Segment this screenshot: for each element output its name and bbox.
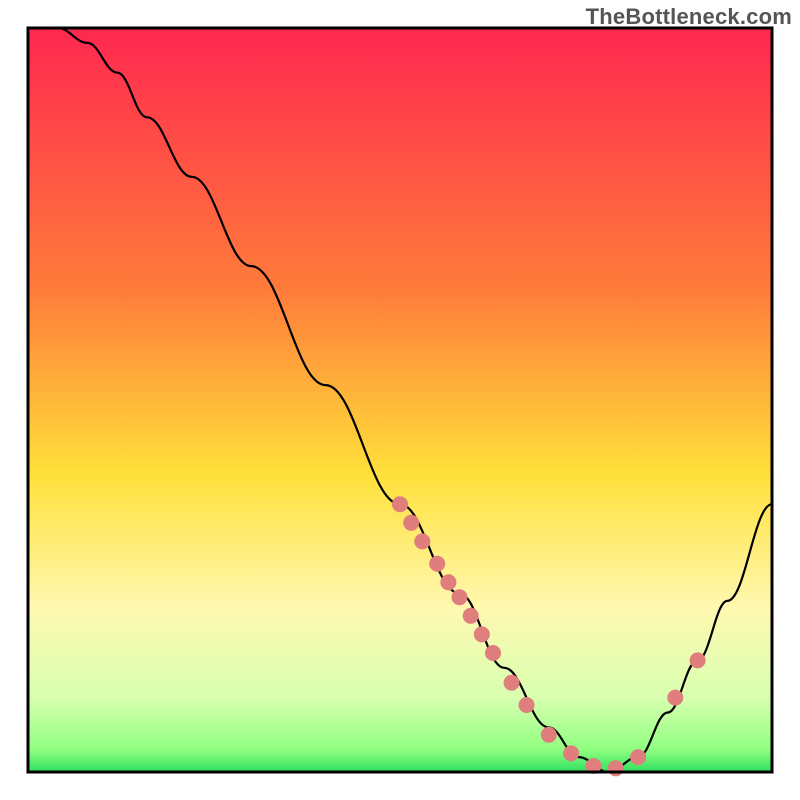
marker-dot [690,652,706,668]
marker-dot [485,645,501,661]
marker-dot [630,749,646,765]
marker-dot [414,533,430,549]
marker-dot [429,556,445,572]
marker-dot [440,574,456,590]
marker-dot [563,745,579,761]
marker-dot [452,589,468,605]
watermark-label: TheBottleneck.com [586,4,792,30]
marker-dot [392,496,408,512]
marker-dot [541,727,557,743]
marker-dot [403,515,419,531]
marker-dot [519,697,535,713]
marker-dot [463,608,479,624]
marker-dot [504,675,520,691]
marker-dot [608,760,624,776]
marker-dot [474,626,490,642]
chart-container: TheBottleneck.com [0,0,800,800]
chart-plot [0,0,800,800]
plot-background [28,28,772,772]
marker-dot [667,690,683,706]
